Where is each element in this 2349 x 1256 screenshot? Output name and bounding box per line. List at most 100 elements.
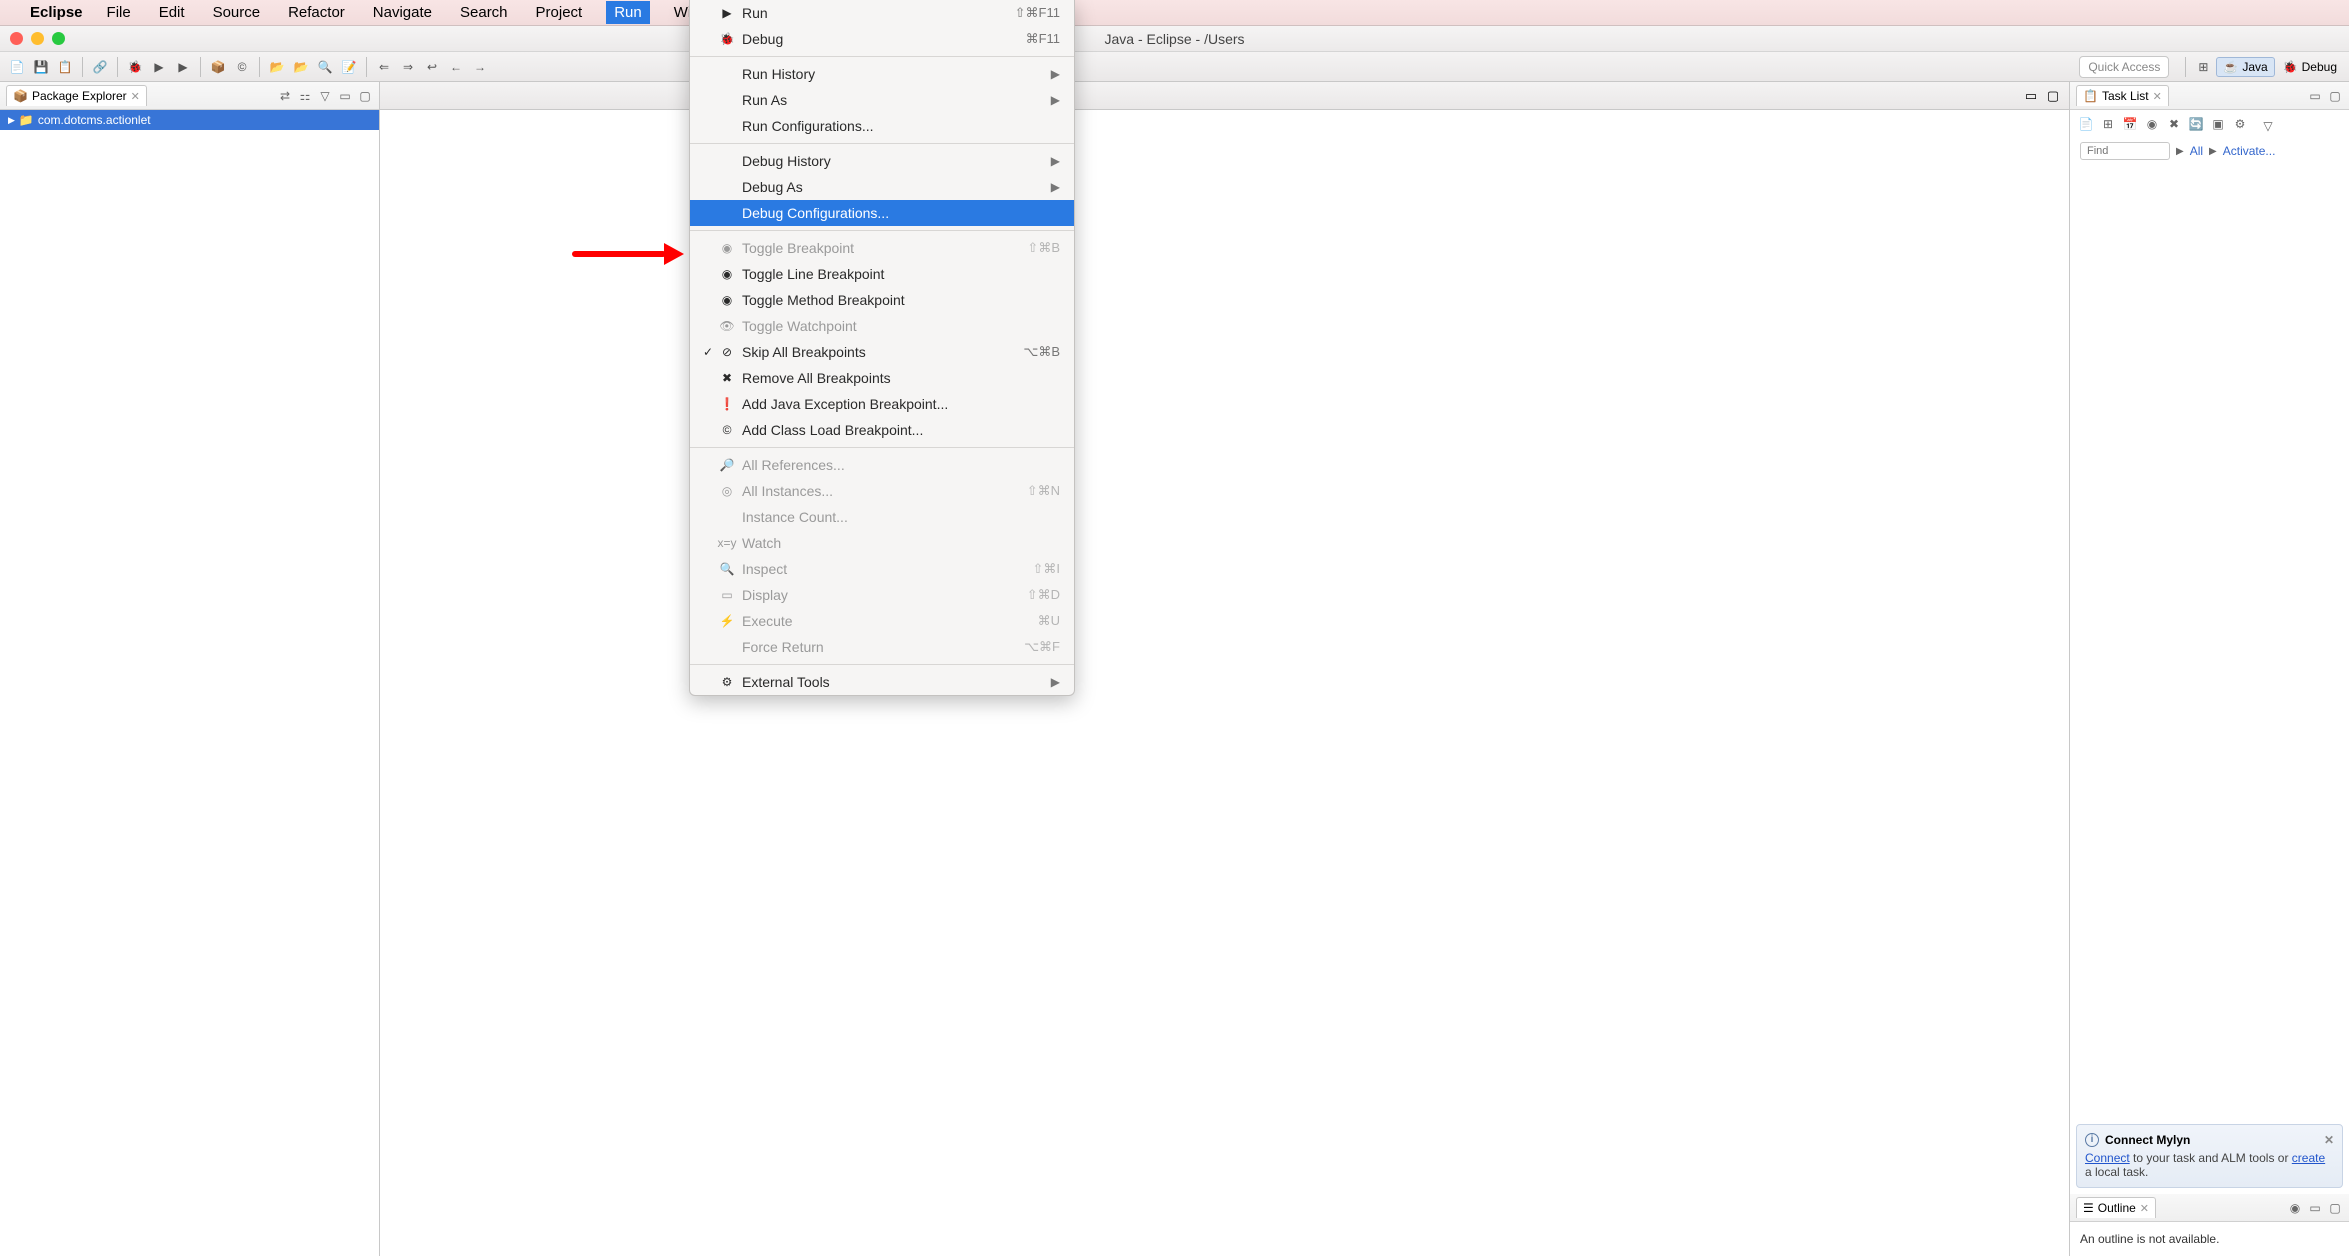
menu-item-run-as[interactable]: Run As▶: [690, 87, 1074, 113]
minimize-icon[interactable]: ▭: [2023, 88, 2039, 104]
chevron-right-icon: ▶: [2209, 146, 2217, 157]
window-zoom-button[interactable]: [52, 32, 65, 45]
search-button[interactable]: 🔍: [314, 56, 336, 78]
menu-item-run-history[interactable]: Run History▶: [690, 61, 1074, 87]
menu-edit[interactable]: Edit: [155, 2, 189, 23]
menu-item-debug-as[interactable]: Debug As▶: [690, 174, 1074, 200]
menu-item-external-tools[interactable]: ⚙External Tools▶: [690, 669, 1074, 695]
maximize-icon[interactable]: ▢: [2327, 1200, 2343, 1216]
menu-item-toggle-line-breakpoint[interactable]: ◉Toggle Line Breakpoint: [690, 261, 1074, 287]
open-type-button[interactable]: 📂: [266, 56, 288, 78]
app-name[interactable]: Eclipse: [30, 4, 83, 21]
menu-separator: [690, 230, 1074, 231]
menu-item-run[interactable]: ▶Run⇧⌘F11: [690, 0, 1074, 26]
menu-item-toggle-method-breakpoint[interactable]: ◉Toggle Method Breakpoint: [690, 287, 1074, 313]
blank-icon: [718, 117, 736, 135]
run-last-button[interactable]: ▶: [172, 56, 194, 78]
annotation-button[interactable]: 📝: [338, 56, 360, 78]
new-class-button[interactable]: ©: [231, 56, 253, 78]
schedule-icon[interactable]: 📅: [2122, 116, 2138, 132]
maximize-icon[interactable]: ▢: [2045, 88, 2061, 104]
menu-refactor[interactable]: Refactor: [284, 2, 349, 23]
filter-icon[interactable]: ⚙: [2232, 116, 2248, 132]
outline-tab[interactable]: ☰ Outline ✕: [2076, 1197, 2156, 1218]
right-panel: 📋 Task List ✕ ▭ ▢ 📄 ⊞ 📅 ◉ ✖ 🔄 ▣ ⚙ ▽ ▶ Al…: [2069, 82, 2349, 1256]
outline-body: An outline is not available.: [2070, 1222, 2349, 1256]
menu-search[interactable]: Search: [456, 2, 512, 23]
minimize-icon[interactable]: ▭: [337, 88, 353, 104]
focus-icon[interactable]: ◉: [2144, 116, 2160, 132]
menu-item-debug[interactable]: 🐞Debug⌘F11: [690, 26, 1074, 52]
view-menu-icon[interactable]: ▽: [317, 88, 333, 104]
menu-item-run-configurations[interactable]: Run Configurations...: [690, 113, 1074, 139]
menu-item-skip-all-breakpoints[interactable]: ✓⊘Skip All Breakpoints⌥⌘B: [690, 339, 1074, 365]
menu-item-debug-configurations[interactable]: Debug Configurations...: [690, 200, 1074, 226]
task-find-input[interactable]: [2080, 142, 2170, 160]
task-activate-link[interactable]: Activate...: [2223, 144, 2276, 158]
menu-item-label: Run As: [742, 92, 1051, 108]
debug-toolbar-button[interactable]: 🐞: [124, 56, 146, 78]
outline-icon: ☰: [2083, 1201, 2094, 1215]
close-icon[interactable]: ✕: [2140, 1202, 2149, 1215]
task-list-tab[interactable]: 📋 Task List ✕: [2076, 85, 2169, 106]
save-all-button[interactable]: 📋: [54, 56, 76, 78]
collapse-icon[interactable]: ▣: [2210, 116, 2226, 132]
task-filter-all-link[interactable]: All: [2190, 144, 2203, 158]
collapse-all-icon[interactable]: ⇄: [277, 88, 293, 104]
menu-item-add-class-load-breakpoint[interactable]: ©Add Class Load Breakpoint...: [690, 417, 1074, 443]
menu-item-add-java-exception-breakpoint[interactable]: ❗Add Java Exception Breakpoint...: [690, 391, 1074, 417]
perspective-open-button[interactable]: ⊞: [2192, 56, 2214, 78]
close-icon[interactable]: ✕: [131, 90, 140, 103]
view-menu-icon[interactable]: ▽: [2260, 118, 2276, 134]
forward-button[interactable]: →: [469, 56, 491, 78]
mylyn-create-link[interactable]: create: [2292, 1151, 2325, 1165]
menu-run[interactable]: Run: [606, 1, 650, 24]
categorize-icon[interactable]: ⊞: [2100, 116, 2116, 132]
menu-item-label: Toggle Method Breakpoint: [742, 292, 1060, 308]
menu-item-label: Add Class Load Breakpoint...: [742, 422, 1060, 438]
mylyn-connect-link[interactable]: Connect: [2085, 1151, 2130, 1165]
maximize-icon[interactable]: ▢: [2327, 88, 2343, 104]
menu-item-toggle-breakpoint: ◉Toggle Breakpoint⇧⌘B: [690, 235, 1074, 261]
package-tree-item[interactable]: ▶ 📁 com.dotcms.actionlet: [0, 110, 379, 130]
menu-source[interactable]: Source: [209, 2, 265, 23]
new-task-icon[interactable]: 📄: [2078, 116, 2094, 132]
close-icon[interactable]: ✕: [2324, 1133, 2334, 1147]
focus-icon[interactable]: ◉: [2287, 1200, 2303, 1216]
save-button[interactable]: 💾: [30, 56, 52, 78]
package-explorer-tab[interactable]: 📦 Package Explorer ✕: [6, 85, 147, 106]
link-editor-icon[interactable]: ⚏: [297, 88, 313, 104]
last-edit-button[interactable]: ↩: [421, 56, 443, 78]
nav-forward-button[interactable]: ⇒: [397, 56, 419, 78]
window-minimize-button[interactable]: [31, 32, 44, 45]
task-list-icon: 📋: [2083, 89, 2098, 103]
nav-back-button[interactable]: ⇐: [373, 56, 395, 78]
maximize-icon[interactable]: ▢: [357, 88, 373, 104]
window-close-button[interactable]: [10, 32, 23, 45]
open-task-button[interactable]: 📂: [290, 56, 312, 78]
back-button[interactable]: ←: [445, 56, 467, 78]
new-button[interactable]: 📄: [6, 56, 28, 78]
sync-icon[interactable]: 🔄: [2188, 116, 2204, 132]
link-button[interactable]: 🔗: [89, 56, 111, 78]
perspective-debug-button[interactable]: 🐞Debug: [2277, 58, 2343, 76]
perspective-java-button[interactable]: ☕Java: [2216, 57, 2274, 77]
menu-navigate[interactable]: Navigate: [369, 2, 436, 23]
expand-icon[interactable]: ▶: [8, 115, 15, 126]
close-icon[interactable]: ✕: [2153, 90, 2162, 103]
package-explorer-icon: 📦: [13, 89, 28, 103]
quick-access-input[interactable]: Quick Access: [2079, 56, 2169, 78]
new-package-button[interactable]: 📦: [207, 56, 229, 78]
minimize-icon[interactable]: ▭: [2307, 88, 2323, 104]
menu-project[interactable]: Project: [532, 2, 587, 23]
removeall-icon: ✖: [718, 369, 736, 387]
menu-file[interactable]: File: [103, 2, 135, 23]
menu-separator: [690, 56, 1074, 57]
hide-icon[interactable]: ✖: [2166, 116, 2182, 132]
run-toolbar-button[interactable]: ▶: [148, 56, 170, 78]
menu-item-remove-all-breakpoints[interactable]: ✖Remove All Breakpoints: [690, 365, 1074, 391]
shortcut-label: ⇧⌘F11: [1015, 5, 1060, 21]
menu-item-debug-history[interactable]: Debug History▶: [690, 148, 1074, 174]
minimize-icon[interactable]: ▭: [2307, 1200, 2323, 1216]
task-list-toolbar: 📄 ⊞ 📅 ◉ ✖ 🔄 ▣ ⚙ ▽: [2070, 110, 2349, 138]
